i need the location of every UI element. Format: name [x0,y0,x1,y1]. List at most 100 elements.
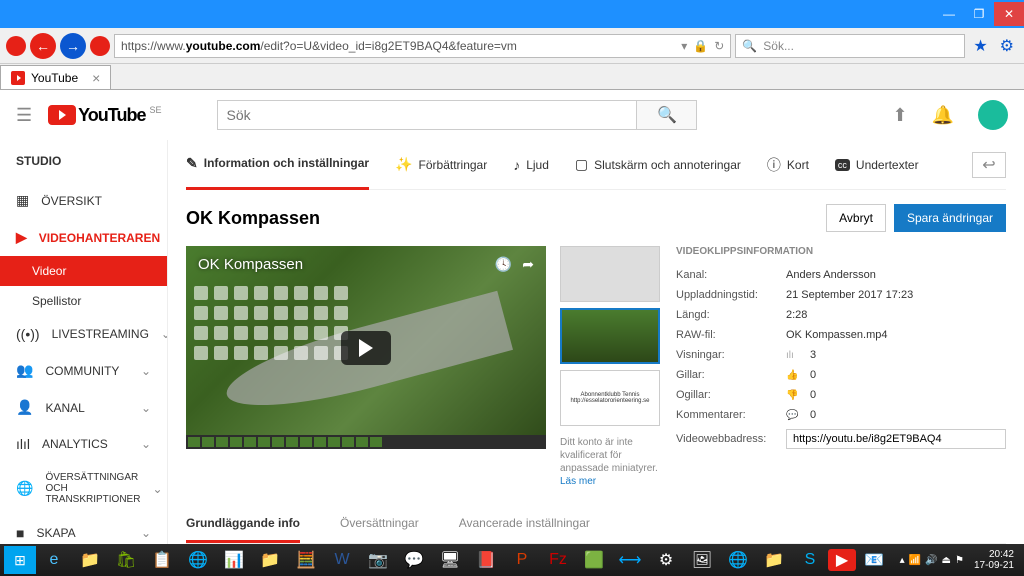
screen-icon: ▢ [575,156,588,173]
edit-tab-cards[interactable]: ⓘKort [767,140,809,190]
refresh-icon[interactable]: ↻ [714,39,724,53]
edit-tab-audio[interactable]: ♪Ljud [513,140,549,190]
thumbnail-2[interactable] [560,308,660,364]
sidebar-item-videomanager[interactable]: ▶VIDEOHANTERAREN [0,219,167,256]
chevron-down-icon: ⌄ [161,327,168,341]
notifications-icon[interactable]: 🔔 [932,105,954,126]
reader-icon[interactable]: ▾ [681,39,687,53]
taskbar-filezilla[interactable]: Fz [540,546,576,574]
taskbar-app[interactable]: 📋 [144,546,180,574]
live-icon: ((•)) [16,326,40,342]
taskbar-skype[interactable]: S [792,546,828,574]
like-icon: 👍 [786,370,800,381]
system-clock[interactable]: 20:42 17-09-21 [968,549,1020,571]
search-placeholder: Sök... [763,39,794,53]
page-title: OK Kompassen [186,208,320,229]
youtube-search-button[interactable]: 🔍 [637,100,697,130]
taskbar-app13[interactable]: 📁 [756,546,792,574]
taskbar-app14[interactable]: 📧 [856,546,892,574]
taskbar-app11[interactable]: ⚙ [648,546,684,574]
tray-volume-icon[interactable]: 🔊 [925,555,937,566]
sub-tab-translations[interactable]: Översättningar [340,506,419,543]
taskbar-explorer[interactable]: 📁 [72,546,108,574]
url-domain: youtube.com [186,39,261,53]
address-bar[interactable]: https:// www. youtube.com /edit?o=U&vide… [114,34,731,58]
menu-icon[interactable]: ☰ [16,105,32,126]
taskbar-app8[interactable]: 📕 [468,546,504,574]
avatar[interactable] [978,100,1008,130]
back-arrow-button[interactable]: ↩ [972,152,1006,178]
lock-icon: 🔒 [693,39,708,53]
sidebar-title: STUDIO [0,140,167,182]
community-icon: 👥 [16,362,33,379]
wand-icon: ✨ [395,156,412,173]
upload-icon[interactable]: ⬆ [892,105,907,126]
taskbar-chrome2[interactable]: 🌐 [720,546,756,574]
settings-icon[interactable]: ⚙ [996,36,1018,56]
youtube-search-input[interactable] [217,100,637,130]
sub-tab-basic[interactable]: Grundläggande info [186,506,300,543]
sidebar-item-analytics[interactable]: ılılANALYTICS⌄ [0,426,167,462]
sub-tab-advanced[interactable]: Avancerade inställningar [459,506,590,543]
sidebar-sub-videos[interactable]: Videor [0,256,167,286]
taskbar-app2[interactable]: 📊 [216,546,252,574]
taskbar-app4[interactable]: 🧮 [288,546,324,574]
taskbar-youtube[interactable]: ▶ [828,549,856,571]
site-identity-icon[interactable] [90,36,110,56]
forward-button[interactable]: → [60,33,86,59]
edit-tab-subtitles[interactable]: ccUndertexter [835,140,919,190]
sidebar-item-translations[interactable]: 🌐ÖVERSÄTTNINGAR OCH TRANSKRIPTIONER⌄ [0,462,167,515]
tray-network-icon[interactable]: 📶 [909,555,921,566]
thumbnail-1[interactable] [560,246,660,302]
taskbar-app5[interactable]: 📷 [360,546,396,574]
tray-up-icon[interactable]: ▴ [900,555,905,566]
dislike-icon: 👎 [786,390,800,401]
sidebar-sub-playlists[interactable]: Spellistor [0,286,167,316]
play-button[interactable] [341,331,391,365]
back-button[interactable]: ← [30,33,56,59]
pencil-icon: ✎ [186,155,198,172]
share-icon[interactable]: ➦ [522,256,534,273]
tray-flag-icon[interactable]: ⚑ [955,555,964,566]
channel-name[interactable]: Anders Andersson [786,269,876,281]
cancel-button[interactable]: Avbryt [826,204,886,232]
learn-more-link[interactable]: Läs mer [560,476,596,487]
tab-close-icon[interactable]: × [92,70,100,86]
edit-tab-endscreen[interactable]: ▢Slutskärm och annoteringar [575,140,741,190]
save-button[interactable]: Spara ändringar [894,204,1006,232]
watch-later-icon[interactable]: 🕓 [495,256,512,273]
chevron-down-icon: ⌄ [141,364,151,378]
thumbnail-3[interactable]: Abonnentklubb Tennishttp://esselatororie… [560,370,660,426]
sidebar-item-livestream[interactable]: ((•))LIVESTREAMING⌄ [0,316,167,352]
taskbar-teamviewer[interactable]: ⟷ [612,546,648,574]
taskbar-app10[interactable]: 🟩 [576,546,612,574]
minimize-button[interactable]: — [934,2,964,26]
youtube-logo[interactable]: YouTube SE [48,105,161,126]
taskbar-word[interactable]: W [324,546,360,574]
sidebar-item-overview[interactable]: ▦ÖVERSIKT [0,182,167,219]
taskbar-app6[interactable]: 💬 [396,546,432,574]
video-player[interactable]: OK Kompassen 🕓 ➦ [186,246,546,449]
bookmark-icon[interactable]: ★ [969,36,991,56]
taskbar-store[interactable]: 🛍 [108,546,144,574]
desktop-content [194,286,348,360]
taskbar-chrome[interactable]: 🌐 [180,546,216,574]
taskbar-app9[interactable]: P [504,546,540,574]
edit-tab-enhance[interactable]: ✨Förbättringar [395,140,487,190]
sidebar-item-community[interactable]: 👥COMMUNITY⌄ [0,352,167,389]
edit-tab-info[interactable]: ✎Information och inställningar [186,140,369,190]
browser-search[interactable]: 🔍 Sök... [735,34,965,58]
sidebar-item-channel[interactable]: 👤KANAL⌄ [0,389,167,426]
browser-tab[interactable]: YouTube × [0,65,111,89]
video-url-input[interactable] [786,429,1006,449]
tab-favicon [11,71,25,85]
taskbar-app3[interactable]: 📁 [252,546,288,574]
taskbar-app12[interactable]: 🖼 [684,546,720,574]
start-button[interactable]: ⊞ [4,546,36,574]
taskbar-app7[interactable]: 🖥 [432,546,468,574]
tray-eject-icon[interactable]: ⏏ [942,555,951,566]
taskbar-ie[interactable]: e [36,546,72,574]
close-button[interactable]: ✕ [994,2,1024,26]
maximize-button[interactable]: ❐ [964,2,994,26]
comment-icon: 💬 [786,410,800,421]
